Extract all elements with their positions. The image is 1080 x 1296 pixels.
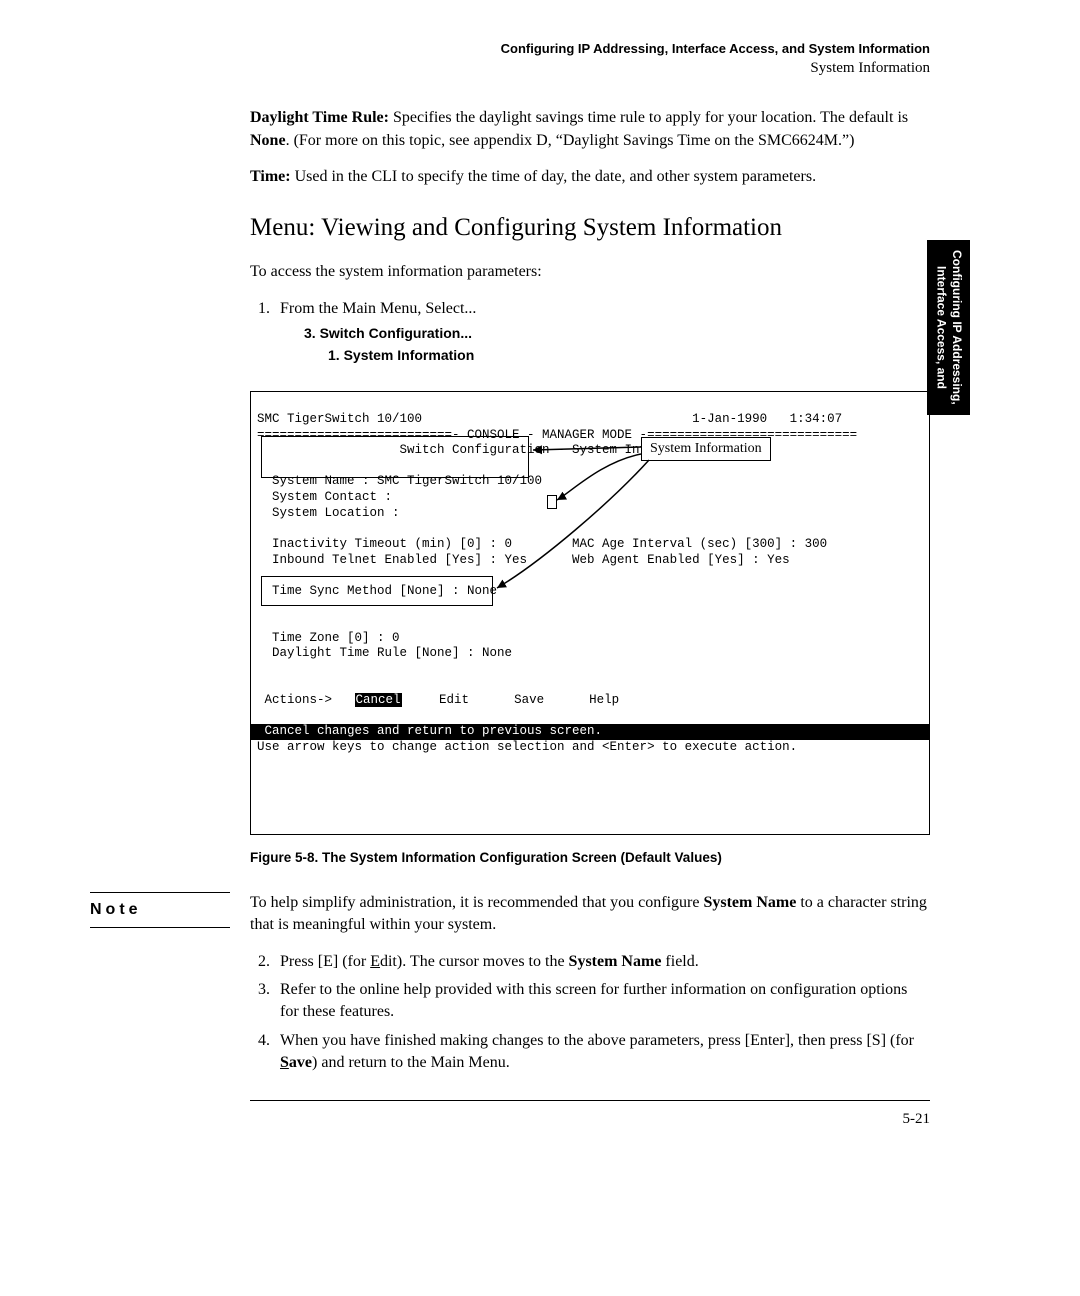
console-l5: System Contact : <box>257 490 392 504</box>
console-l4: System Name : SMC TigerSwitch 10/100 <box>257 474 542 488</box>
annotation-box-3 <box>547 495 557 509</box>
step-2: Press [E] (for Edit). The cursor moves t… <box>274 951 930 973</box>
console-blank <box>257 459 265 473</box>
side-tab: Configuring IP Addressing, Interface Acc… <box>927 240 970 415</box>
menu-path-switch-config: 3. Switch Configuration... <box>304 324 930 344</box>
dtr-lead: Daylight Time Rule: <box>250 109 389 126</box>
paragraph-time: Time: Used in the CLI to specify the tim… <box>250 166 930 188</box>
console-blank <box>257 615 265 629</box>
console-blank <box>257 599 265 613</box>
step4-post: ) and return to the Main Menu. <box>312 1054 510 1071</box>
console-cancel-selected: Cancel <box>355 693 402 707</box>
time-lead: Time: <box>250 168 291 185</box>
step4-u: S <box>280 1054 289 1071</box>
console-actions-suffix: Edit Save Help <box>402 693 620 707</box>
step-3: Refer to the online help provided with t… <box>274 979 930 1024</box>
callout-system-information: System Information <box>641 437 771 461</box>
console-l7: Inactivity Timeout (min) [0] : 0 MAC Age… <box>257 537 827 551</box>
page-header-title: Configuring IP Addressing, Interface Acc… <box>250 40 930 58</box>
console-l1: SMC TigerSwitch 10/100 1-Jan-1990 1:34:0… <box>257 412 842 426</box>
console-blank <box>257 678 265 692</box>
step2-u: E <box>370 953 380 970</box>
console-l9: Time Sync Method [None] : None <box>257 584 497 598</box>
console-l11: Daylight Time Rule [None] : None <box>257 646 512 660</box>
console-l6: System Location : <box>257 506 400 520</box>
console-hint: Use arrow keys to change action selectio… <box>257 740 797 754</box>
side-tab-line1: Configuring IP Addressing, <box>950 250 964 405</box>
console-blank <box>257 568 265 582</box>
time-body: Used in the CLI to specify the time of d… <box>291 168 816 185</box>
step2-mid: dit). The cursor moves to the <box>380 953 569 970</box>
console-blank <box>257 709 265 723</box>
console-blank <box>257 521 265 535</box>
paragraph-daylight-rule: Daylight Time Rule: Specifies the daylig… <box>250 107 930 152</box>
note-bold: System Name <box>703 894 796 911</box>
step-1: From the Main Menu, Select... 3. Switch … <box>274 298 930 366</box>
console-actions-prefix: Actions-> <box>257 693 355 707</box>
intro-line: To access the system information paramet… <box>250 261 930 283</box>
figure-caption: Figure 5-8. The System Information Confi… <box>250 849 930 868</box>
dtr-body: Specifies the daylight savings time rule… <box>389 109 908 126</box>
step2-bold: System Name <box>569 953 662 970</box>
step4-bold-rest: ave <box>289 1054 312 1071</box>
console-screenshot: SMC TigerSwitch 10/100 1-Jan-1990 1:34:0… <box>250 391 930 835</box>
console-l8: Inbound Telnet Enabled [Yes] : Yes Web A… <box>257 553 790 567</box>
console-blank <box>257 662 265 676</box>
menu-path-system-info: 1. System Information <box>328 346 930 366</box>
console-status-bar: Cancel changes and return to previous sc… <box>251 724 929 740</box>
step1-text: From the Main Menu, Select... <box>280 300 476 317</box>
console-l10: Time Zone [0] : 0 <box>257 631 400 645</box>
dtr-none: None <box>250 132 286 149</box>
note-pre: To help simplify administration, it is r… <box>250 894 703 911</box>
dtr-tail: . (For more on this topic, see appendix … <box>286 132 855 149</box>
step2-post: field. <box>661 953 698 970</box>
side-tab-line2: Interface Access, and <box>934 266 948 389</box>
note-body: To help simplify administration, it is r… <box>250 892 930 937</box>
page-header-subtitle: System Information <box>250 58 930 79</box>
step-4: When you have finished making changes to… <box>274 1030 930 1075</box>
footer-rule <box>250 1100 930 1101</box>
console-l3: Switch Configuration - System Informatio… <box>257 443 707 457</box>
step2-pre: Press [E] (for <box>280 953 370 970</box>
note-label: Note <box>90 892 230 928</box>
section-heading: Menu: Viewing and Configuring System Inf… <box>250 210 930 245</box>
step4-pre: When you have finished making changes to… <box>280 1032 914 1049</box>
page-number: 5-21 <box>50 1109 930 1130</box>
